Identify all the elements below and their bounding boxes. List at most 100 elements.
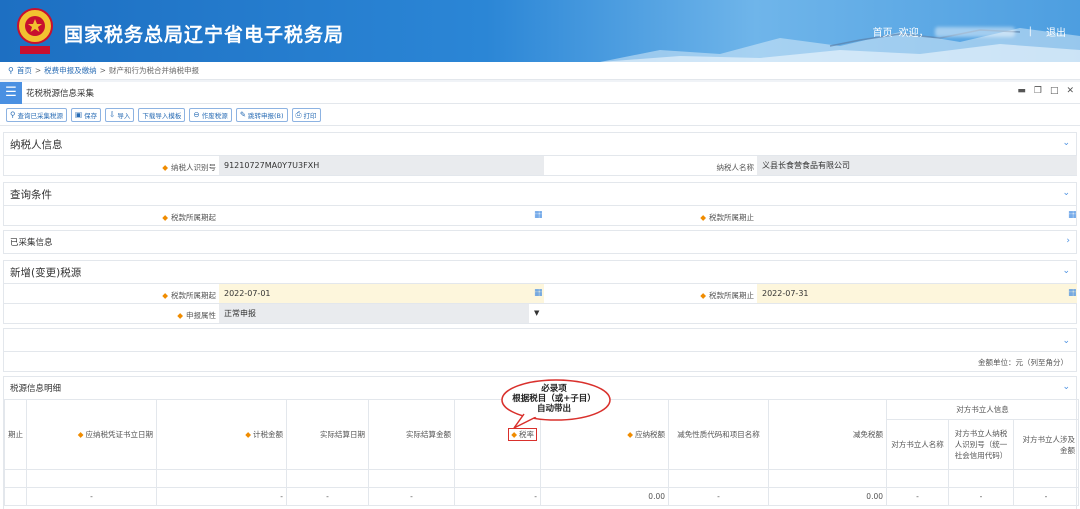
calendar-icon[interactable]: ▦ [1068,210,1077,220]
cell-cp-id[interactable]: - [948,487,1014,506]
dropdown-arrow-icon[interactable]: ▼ [534,309,539,317]
collected-section: 已采集信息 › [3,230,1077,254]
new-end-label-text: 税款所属期止 [709,291,754,300]
taxpayer-id-label: ◆ 纳税人识别号 [162,163,216,172]
new-start-label-text: 税款所属期起 [171,291,216,300]
new-source-attr-row: ◆ 申报属性 正常申报 ▼ [4,303,1076,323]
col-counterparty-group: 对方书立人信息 [885,399,1080,420]
import-button[interactable]: ⇩ 导入 [105,107,135,122]
col-tax-amount: ◆ 计税金额 [156,399,287,470]
cell-actual-settle-amount[interactable]: - [368,487,455,506]
header-links: 首页 欢迎， | 退出 [873,24,1066,39]
taxpayer-section-label: 纳税人信息 [10,138,63,151]
logout-link[interactable]: 退出 [1046,24,1066,39]
new-start-input[interactable]: 2022-07-01 [219,284,544,303]
goto-declare-label: 跳转申报(B) [247,111,284,120]
query-section: 查询条件 ⌄ ◆ 税款所属期起 ▦ ◆ 税款所属期止 ▦ [3,182,1077,226]
tax-emblem-icon [17,8,53,54]
cell-voucher-date[interactable]: - [26,487,157,506]
query-end-label-text: 税款所属期止 [709,213,754,222]
print-label: 打印 [303,111,317,120]
search-icon: ⚲ [10,110,16,119]
cell-cp-amount[interactable]: - [1012,487,1080,506]
breadcrumb-home[interactable]: 首页 [17,65,32,76]
site-title: 国家税务总局辽宁省电子税务局 [64,24,345,46]
chevron-down-icon[interactable]: ⌄ [1062,382,1070,392]
taxpayer-section: 纳税人信息 ⌄ ◆ 纳税人识别号 91210727MA0Y7U3FXH 纳税人名称… [3,132,1077,176]
table-empty-row [4,469,1080,488]
query-collected-label: 查询已采集税源 [17,111,64,120]
taxpayer-name-label: 纳税人名称 [544,162,755,173]
chevron-down-icon[interactable]: ⌄ [1062,188,1070,198]
query-collected-button[interactable]: ⚲ 查询已采集税源 [6,107,67,122]
taxpayer-section-title: 纳税人信息 ⌄ [4,133,1076,155]
new-source-section: 新增(变更)税源 ⌄ ◆ 税款所属期起 2022-07-01 ▦ ◆ 税款所属期止 … [3,260,1077,324]
cell-actual-settle-date[interactable]: - [286,487,369,506]
new-end-input[interactable]: 2022-07-31 [757,284,1077,303]
collected-section-label: 已采集信息 [10,238,53,248]
cell-tax-amount[interactable]: - [156,487,287,506]
minimize-icon[interactable]: ▬ [1017,86,1026,96]
chevron-down-icon[interactable]: ⌄ [1062,138,1070,148]
breadcrumb-level1[interactable]: 税费申报及缴纳 [44,65,97,76]
restore-icon[interactable]: ❐ [1034,86,1042,96]
col-voucher-date: ◆ 应纳税凭证书立日期 [26,399,157,470]
annotation-line2: 根据税目（或+子目） [512,394,596,404]
panel-header: ☰ 花税税源信息采集 ▬ ❐ □ ✕ [0,82,1080,104]
col-relief-code: 减免性质代码和项目名称 [668,399,769,470]
void-source-button[interactable]: ⊖ 作废税源 [189,107,232,122]
chevron-down-icon[interactable]: ⌄ [1062,336,1070,346]
query-end-label: ◆ 税款所属期止 [700,213,754,222]
query-section-title: 查询条件 ⌄ [4,183,1076,205]
attr-select[interactable]: 正常申报 [219,304,529,323]
welcome-text: 欢迎， [898,28,929,39]
download-template-label: 下载导入模板 [142,111,182,120]
calendar-icon[interactable]: ▦ [534,288,543,298]
taxpayer-name-label-text: 纳税人名称 [716,163,755,172]
new-source-section-title: 新增(变更)税源 ⌄ [4,261,1076,283]
taxpayer-id-field: 91210727MA0Y7U3FXH [219,156,544,175]
col-cp-amount: 对方书立人涉及金额 [1012,419,1080,470]
cell-cp-name[interactable]: - [886,487,949,506]
panel-title: 花税税源信息采集 [26,88,95,99]
save-button[interactable]: ▣ 保存 [71,107,102,122]
print-button[interactable]: ⎙ 打印 [291,107,321,122]
calendar-icon[interactable]: ▦ [534,210,543,220]
toolbar: ⚲ 查询已采集税源 ▣ 保存 ⇩ 导入 下载导入模板 ⊖ 作废税源 ✎ 跳转申报(B) ⎙… [0,104,1080,126]
query-end-input[interactable] [757,206,1077,225]
goto-declare-button[interactable]: ✎ 跳转申报(B) [235,107,288,122]
collected-section-title[interactable]: 已采集信息 › [4,231,1076,253]
new-end-label: ◆ 税款所属期止 [700,291,754,300]
query-start-input[interactable] [219,206,544,225]
save-label: 保存 [84,111,98,120]
col-relief-amount: 减免税额 [768,399,887,470]
close-icon[interactable]: ✕ [1066,86,1074,96]
cell-relief-amount: 0.00 [768,487,887,506]
user-name-blurred [934,26,1015,37]
import-icon: ⇩ [109,110,116,119]
col-cp-id: 对方书立人纳税人识别号（统一社会信用代码） [948,419,1014,470]
maximize-icon[interactable]: □ [1050,86,1059,96]
breadcrumb-separator: > [34,66,42,75]
home-link[interactable]: 首页 [873,24,893,39]
new-source-period-row: ◆ 税款所属期起 2022-07-01 ▦ ◆ 税款所属期止 2022-07-31 … [4,283,1077,303]
chevron-down-icon[interactable]: ⌄ [1062,266,1070,276]
location-pin-icon: ⚲ [8,66,14,75]
breadcrumb-separator: > [99,66,106,75]
table-row[interactable]: - - - - - 0.00 - 0.00 - - - [4,487,1080,506]
site-header: 国家税务总局辽宁省电子税务局 首页 欢迎， | 退出 [0,0,1080,62]
taxpayer-row: ◆ 纳税人识别号 91210727MA0Y7U3FXH 纳税人名称 义县长食营食品… [4,155,1077,175]
cell-relief-code[interactable]: - [668,487,769,506]
chevron-right-icon[interactable]: › [1066,236,1070,246]
query-start-label: ◆ 税款所属期起 [162,213,216,222]
menu-toggle-button[interactable]: ☰ [0,82,22,104]
attr-label: ◆ 申报属性 [177,311,216,320]
annotation-text: 必录项 根据税目（或+子目） 自动带出 [494,384,614,414]
unit-note: 金额单位：元（列至角分） [978,358,1068,367]
unit-section: ⌄ 金额单位：元（列至角分） [3,328,1077,372]
download-template-button[interactable]: 下载导入模板 [138,107,186,122]
calendar-icon[interactable]: ▦ [1068,288,1077,298]
new-source-section-label: 新增(变更)税源 [10,266,82,279]
col-rate-text: 税率 [519,430,534,439]
annotation-bubble: 必录项 根据税目（或+子目） 自动带出 [494,378,614,430]
